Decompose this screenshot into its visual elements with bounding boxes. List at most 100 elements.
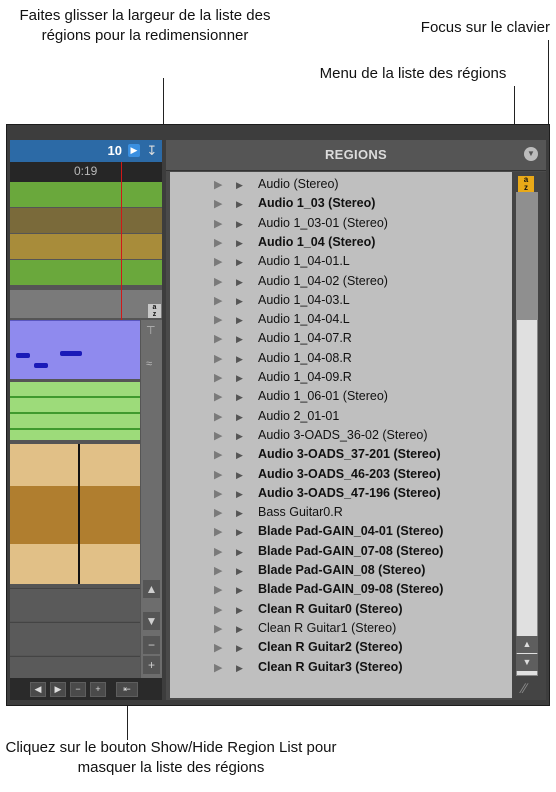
audio-region-lines[interactable] [10, 382, 140, 440]
list-item[interactable]: ▶ ▶ Blade Pad-GAIN_04-01 (Stereo) [170, 523, 512, 541]
list-item[interactable]: ▶ ▶ Clean R Guitar1 (Stereo) [170, 620, 512, 638]
expand-triangle-icon[interactable]: ▶ [236, 390, 243, 404]
zoom-out-h-icon[interactable]: − [70, 682, 86, 697]
scroll-down-icon[interactable]: ▼ [516, 654, 538, 671]
list-item[interactable]: ▶ ▶ Audio 1_04-07.R [170, 330, 512, 348]
list-item[interactable]: ▶ ▶ Audio 3-OADS_46-203 (Stereo) [170, 466, 512, 484]
scroll-up-icon[interactable]: ▲ [516, 636, 538, 653]
expand-triangle-icon[interactable]: ▶ [236, 564, 243, 578]
list-item[interactable]: ▶ ▶ Audio 1_03 (Stereo) [170, 195, 512, 213]
drag-arrow-icon: ▶ [214, 545, 223, 558]
drag-arrow-icon: ▶ [214, 429, 223, 442]
track-strip-gold[interactable] [10, 234, 162, 259]
expand-triangle-icon[interactable]: ▶ [236, 197, 243, 211]
timeline-ruler: 0:19 [10, 162, 162, 182]
expand-triangle-icon[interactable]: ▶ [236, 294, 243, 308]
list-item[interactable]: ▶ ▶ Audio 1_04-04.L [170, 311, 512, 329]
list-item[interactable]: ▶ ▶ Audio 3-OADS_47-196 (Stereo) [170, 485, 512, 503]
az-sort-icon[interactable]: az [148, 304, 161, 318]
scroll-down-icon[interactable]: ▼ [143, 612, 160, 630]
expand-triangle-icon[interactable]: ▶ [236, 236, 243, 250]
track-strip-green[interactable] [10, 182, 162, 207]
list-item[interactable]: ▶ ▶ Audio 1_04-03.L [170, 292, 512, 310]
chevron-down-icon[interactable]: ▼ [524, 147, 538, 161]
list-item-label: Audio 1_04 (Stereo) [258, 234, 376, 249]
expand-triangle-icon[interactable]: ▶ [236, 622, 243, 636]
show-hide-region-list-button[interactable]: ⇤ [116, 682, 138, 697]
list-item[interactable]: ▶ ▶ Clean R Guitar0 (Stereo) [170, 601, 512, 619]
expand-triangle-icon[interactable]: ▶ [236, 641, 243, 655]
list-item[interactable]: ▶ ▶ Clean R Guitar2 (Stereo) [170, 639, 512, 657]
expand-triangle-icon[interactable]: ▶ [236, 178, 243, 192]
list-item[interactable]: ▶ ▶ Clean R Guitar3 (Stereo) [170, 659, 512, 677]
expand-triangle-icon[interactable]: ▶ [236, 410, 243, 424]
play-arrow-icon[interactable]: ▶ [128, 144, 140, 157]
expand-triangle-icon[interactable]: ▶ [236, 603, 243, 617]
region-list-scroll-thumb[interactable] [516, 192, 538, 320]
expand-triangle-icon[interactable]: ▶ [236, 487, 243, 501]
list-item[interactable]: ▶ ▶ Audio (Stereo) [170, 176, 512, 194]
list-item[interactable]: ▶ ▶ Audio 3-OADS_37-201 (Stereo) [170, 446, 512, 464]
expand-triangle-icon[interactable]: ▶ [236, 583, 243, 597]
list-item[interactable]: ▶ ▶ Audio 1_04 (Stereo) [170, 234, 512, 252]
list-item[interactable]: ▶ ▶ Blade Pad-GAIN_08 (Stereo) [170, 562, 512, 580]
expand-triangle-icon[interactable]: ▶ [236, 525, 243, 539]
list-item[interactable]: ▶ ▶ Audio 1_04-01.L [170, 253, 512, 271]
counter-row: 10 ▶ ↧ [10, 140, 162, 162]
expand-triangle-icon[interactable]: ▶ [236, 429, 243, 443]
expand-triangle-icon[interactable]: ▶ [236, 448, 243, 462]
track-strip-brown[interactable] [10, 208, 162, 233]
expand-triangle-icon[interactable]: ▶ [236, 506, 243, 520]
list-item[interactable]: ▶ ▶ Audio 1_04-09.R [170, 369, 512, 387]
expand-triangle-icon[interactable]: ▶ [236, 217, 243, 231]
expand-triangle-icon[interactable]: ▶ [236, 661, 243, 675]
list-item[interactable]: ▶ ▶ Blade Pad-GAIN_07-08 (Stereo) [170, 543, 512, 561]
keyboard-focus-badge[interactable]: az [518, 176, 534, 192]
zoom-out-icon[interactable]: − [143, 636, 160, 654]
expand-triangle-icon[interactable]: ▶ [236, 332, 243, 346]
list-item[interactable]: ▶ ▶ Bass Guitar0.R [170, 504, 512, 522]
drag-arrow-icon: ▶ [214, 198, 223, 211]
expand-triangle-icon[interactable]: ▶ [236, 352, 243, 366]
waveform-region[interactable] [10, 444, 140, 584]
drag-arrow-icon: ▶ [214, 468, 223, 481]
expand-triangle-icon[interactable]: ▶ [236, 468, 243, 482]
drag-arrow-icon: ▶ [214, 449, 223, 462]
list-item[interactable]: ▶ ▶ Audio 2_01-01 [170, 408, 512, 426]
expand-triangle-icon[interactable]: ▶ [236, 545, 243, 559]
zoom-in-h-icon[interactable]: + [90, 682, 106, 697]
expand-triangle-icon[interactable]: ▶ [236, 255, 243, 269]
list-item-label: Audio 1_04-03.L [258, 292, 350, 307]
region-list-header: REGIONS ▼ [166, 140, 546, 171]
list-item-label: Blade Pad-GAIN_04-01 (Stereo) [258, 524, 444, 539]
zoom-in-icon[interactable]: + [143, 656, 160, 674]
region-boundary [78, 444, 80, 584]
track-strip-gray[interactable] [10, 290, 162, 318]
time-value: 0:19 [74, 164, 98, 178]
track-strip-green-2[interactable] [10, 260, 162, 285]
list-item[interactable]: ▶ ▶ Audio 3-OADS_36-02 (Stereo) [170, 427, 512, 445]
down-arrow-icon[interactable]: ↧ [145, 142, 159, 159]
empty-track[interactable] [10, 588, 140, 621]
region-list: ▶ ▶ Audio (Stereo) ▶ ▶ Audio 1_03 (Stereo) ▶ ▶ A… [170, 172, 512, 698]
scroll-up-icon[interactable]: ▲ [143, 580, 160, 598]
drag-arrow-icon: ▶ [214, 391, 223, 404]
empty-track[interactable] [10, 622, 140, 655]
midi-tool-icon[interactable]: ⊤ [146, 324, 156, 337]
expand-triangle-icon[interactable]: ▶ [236, 371, 243, 385]
edit-window-bottom-bar: ◀ ▶ − + ⇤ [10, 678, 162, 700]
curve-icon[interactable]: ≈ [146, 358, 152, 370]
scroll-left-icon[interactable]: ◀ [30, 682, 46, 697]
expand-triangle-icon[interactable]: ▶ [236, 313, 243, 327]
list-item[interactable]: ▶ ▶ Audio 1_04-02 (Stereo) [170, 273, 512, 291]
list-item-label: Audio 3-OADS_46-203 (Stereo) [258, 466, 441, 481]
playhead-line[interactable] [121, 162, 122, 320]
list-item[interactable]: ▶ ▶ Audio 1_06-01 (Stereo) [170, 388, 512, 406]
resize-grip-icon[interactable]: ∕∕ [522, 680, 527, 696]
expand-triangle-icon[interactable]: ▶ [236, 275, 243, 289]
scroll-right-icon[interactable]: ▶ [50, 682, 66, 697]
list-item[interactable]: ▶ ▶ Audio 1_03-01 (Stereo) [170, 215, 512, 233]
list-item[interactable]: ▶ ▶ Blade Pad-GAIN_09-08 (Stereo) [170, 581, 512, 599]
list-item[interactable]: ▶ ▶ Audio 1_04-08.R [170, 350, 512, 368]
midi-region[interactable] [10, 320, 140, 379]
